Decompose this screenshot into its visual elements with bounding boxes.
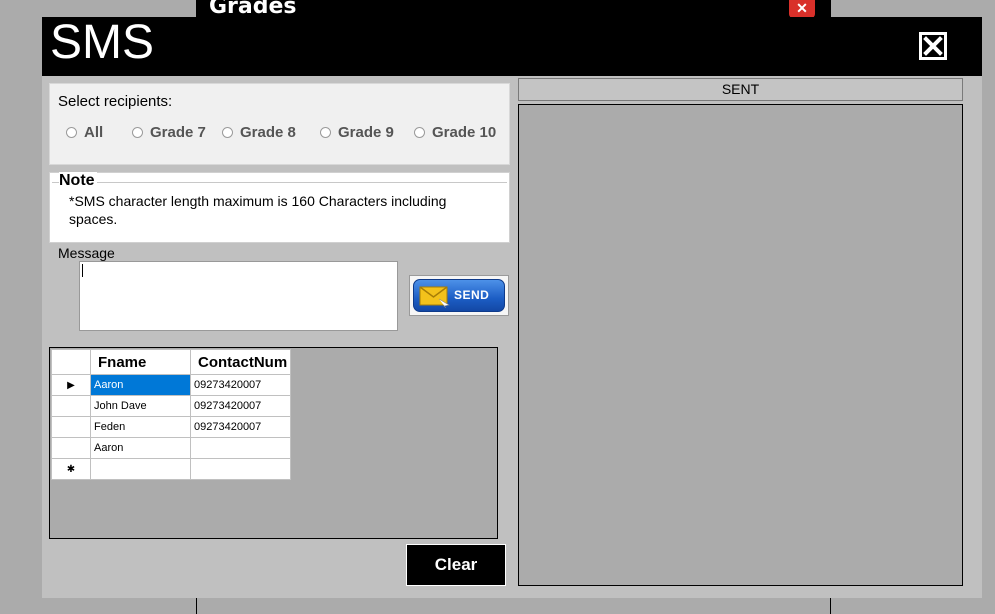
radio-label: Grade 9 xyxy=(338,123,394,141)
table-row[interactable]: Aaron xyxy=(51,437,291,459)
table-cell-contact[interactable]: 09273420007 xyxy=(190,395,291,417)
background-titlebar: Grades ✕ xyxy=(197,0,830,18)
radio-all[interactable]: All xyxy=(66,123,103,141)
sent-header: SENT xyxy=(518,78,963,101)
radio-grade-9[interactable]: Grade 9 xyxy=(320,123,394,141)
radio-label: Grade 8 xyxy=(240,123,296,141)
radio-grade-8[interactable]: Grade 8 xyxy=(222,123,296,141)
radio-label: Grade 10 xyxy=(432,123,497,141)
clear-button[interactable]: Clear xyxy=(406,544,506,586)
radio-circle[interactable] xyxy=(222,126,233,138)
recipients-label: Select recipients: xyxy=(58,93,173,110)
close-button[interactable] xyxy=(919,32,947,60)
table-cell-contact[interactable] xyxy=(190,437,291,459)
background-close-icon[interactable]: ✕ xyxy=(789,0,815,18)
sms-window: SMS Select recipients: All Grade 7 Grade… xyxy=(42,16,982,598)
background-window-title: Grades xyxy=(209,0,297,18)
recipients-panel: Select recipients: All Grade 7 Grade 8 G… xyxy=(49,83,510,165)
titlebar: SMS xyxy=(42,16,982,76)
note-text: *SMS character length maximum is 160 Cha… xyxy=(69,193,447,227)
window-title: SMS xyxy=(50,16,155,69)
column-header-fname[interactable]: Fname xyxy=(90,349,191,375)
new-row-marker[interactable]: ✱ xyxy=(51,458,91,480)
table-row[interactable]: ▶ Aaron 09273420007 xyxy=(51,374,291,396)
row-header[interactable] xyxy=(51,395,91,417)
table-cell-contact[interactable] xyxy=(190,458,291,480)
table-row[interactable]: John Dave 09273420007 xyxy=(51,395,291,417)
close-icon xyxy=(922,35,944,57)
radio-grade-10[interactable]: Grade 10 xyxy=(414,123,496,141)
table-cell-fname[interactable]: Aaron xyxy=(90,437,191,459)
table-cell-fname[interactable] xyxy=(90,458,191,480)
radio-grade-7[interactable]: Grade 7 xyxy=(132,123,206,141)
text-caret xyxy=(82,264,83,277)
current-row-marker[interactable]: ▶ xyxy=(51,374,91,396)
radio-circle[interactable] xyxy=(132,126,143,138)
row-header-corner xyxy=(51,349,91,375)
table-cell-contact[interactable]: 09273420007 xyxy=(190,416,291,438)
send-button[interactable]: SEND xyxy=(409,275,509,316)
note-panel: Note *SMS character length maximum is 16… xyxy=(49,172,510,243)
radio-circle[interactable] xyxy=(320,126,331,138)
table-header-row: Fname ContactNum xyxy=(51,349,291,375)
note-divider xyxy=(52,182,507,183)
radio-circle[interactable] xyxy=(414,126,425,138)
message-input[interactable] xyxy=(79,261,398,331)
table-cell-fname[interactable]: Feden xyxy=(90,416,191,438)
table-cell-fname[interactable]: Aaron xyxy=(90,374,191,396)
contacts-table: Fname ContactNum ▶ Aaron 09273420007 Joh… xyxy=(51,349,291,480)
table-cell-contact[interactable]: 09273420007 xyxy=(190,374,291,396)
sent-list[interactable] xyxy=(518,104,963,586)
radio-label: Grade 7 xyxy=(150,123,206,141)
envelope-icon xyxy=(419,286,450,308)
table-row[interactable]: Feden 09273420007 xyxy=(51,416,291,438)
message-label: Message xyxy=(58,245,115,261)
column-header-contactnum[interactable]: ContactNum xyxy=(190,349,291,375)
new-table-row[interactable]: ✱ xyxy=(51,458,291,480)
radio-circle[interactable] xyxy=(66,126,77,138)
row-header[interactable] xyxy=(51,416,91,438)
send-button-face[interactable]: SEND xyxy=(413,279,505,312)
table-cell-fname[interactable]: John Dave xyxy=(90,395,191,417)
send-label: SEND xyxy=(454,288,490,302)
note-title: Note xyxy=(59,172,97,190)
contacts-grid[interactable]: Fname ContactNum ▶ Aaron 09273420007 Joh… xyxy=(49,347,498,539)
row-header[interactable] xyxy=(51,437,91,459)
radio-label: All xyxy=(84,123,104,141)
